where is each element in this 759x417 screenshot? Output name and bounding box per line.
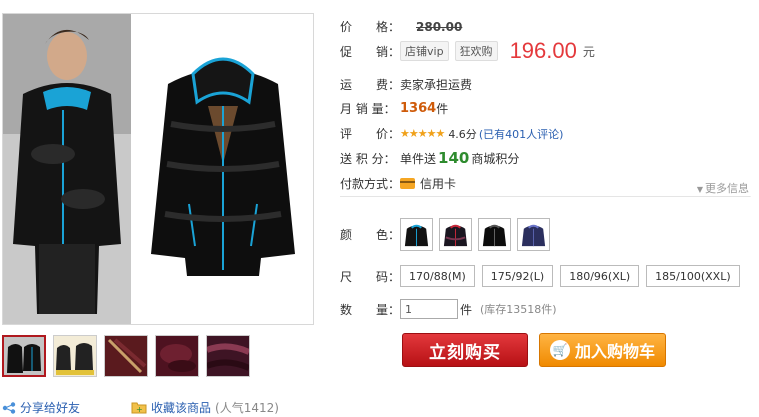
favorite-label: 收藏该商品 — [151, 401, 212, 415]
popularity-count: (人气1412) — [215, 401, 279, 415]
promo-row: 促 销： 店铺vip 狂欢购 196.00 元 — [340, 38, 595, 64]
size-option-m[interactable]: 170/88(M) — [400, 265, 475, 287]
sales-count: 1364 — [400, 101, 437, 116]
currency-unit: 元 — [582, 44, 595, 59]
buy-now-button[interactable]: 立刻购买 — [402, 333, 528, 367]
points-row: 送 积 分： 单件送 140 商城积分 — [340, 149, 519, 167]
points-label: 送 积 分： — [340, 151, 396, 166]
sales-unit: 件 — [436, 102, 449, 116]
shipping-value: 卖家承担运费 — [400, 78, 473, 92]
folder-icon: + — [131, 402, 147, 414]
rating-label: 评 价： — [340, 127, 401, 141]
quantity-input[interactable] — [400, 299, 458, 319]
color-swatch-black[interactable] — [478, 218, 511, 251]
thumbnail-5[interactable] — [206, 335, 250, 377]
size-label: 尺 码： — [340, 269, 401, 284]
color-swatch-blue[interactable] — [400, 218, 433, 251]
shipping-row: 运 费： 卖家承担运费 — [340, 76, 472, 93]
thumbnail-4[interactable] — [155, 335, 199, 377]
points-suffix: 商城积分 — [471, 151, 520, 166]
original-price: 280.00 — [416, 19, 463, 34]
thumbnail-1[interactable] — [2, 335, 46, 377]
quantity-row: 数 量： 件 (库存13518件) — [340, 299, 557, 319]
credit-card-icon — [400, 178, 415, 189]
vip-tag[interactable]: 店铺vip — [400, 41, 449, 61]
rating-stars-icon: ★★★★★ — [400, 127, 445, 140]
sales-row: 月 销 量： 1364 件 — [340, 100, 448, 117]
jacket-photo — [3, 14, 313, 324]
payment-method: 信用卡 — [420, 177, 457, 191]
quantity-label: 数 量： — [340, 302, 401, 317]
color-swatch-navy[interactable] — [517, 218, 550, 251]
size-row: 尺 码： 170/88(M) 175/92(L) 180/96(XL) 185/… — [340, 265, 740, 287]
triangle-down-icon: ▼ — [696, 185, 703, 194]
payment-row: 付款方式： 信用卡 — [340, 175, 456, 192]
size-option-xxl[interactable]: 185/100(XXL) — [646, 265, 740, 287]
add-to-cart-label: 加入购物车 — [574, 342, 655, 361]
color-row: 颜 色： — [340, 218, 550, 251]
promo-label: 促 销： — [340, 44, 401, 59]
price-row: 价 格： 280.00 — [340, 18, 462, 35]
share-label: 分享给好友 — [20, 401, 81, 415]
add-to-cart-button[interactable]: 🛒 加入购物车 — [539, 333, 666, 367]
sales-label: 月 销 量： — [340, 102, 396, 116]
color-label: 颜 色： — [340, 228, 401, 242]
stock-count: (库存13518件) — [480, 303, 557, 316]
shipping-label: 运 费： — [340, 78, 401, 92]
cart-icon: 🛒 — [549, 340, 570, 360]
points-prefix: 单件送 — [400, 151, 437, 166]
rating-row: 评 价： ★★★★★ 4.6分 (已有401人评论) — [340, 125, 563, 142]
size-option-l[interactable]: 175/92(L) — [481, 265, 554, 287]
favorite-link[interactable]: + 收藏该商品 (人气1412) — [131, 399, 279, 416]
carnival-tag[interactable]: 狂欢购 — [454, 41, 498, 61]
points-value: 140 — [438, 149, 470, 167]
more-info-toggle[interactable]: ▼ 更多信息 — [696, 180, 751, 197]
color-swatch-red[interactable] — [439, 218, 472, 251]
thumbnail-strip — [2, 335, 250, 377]
main-product-image[interactable] — [2, 13, 314, 325]
share-icon — [2, 401, 16, 414]
thumbnail-2[interactable] — [53, 335, 97, 377]
price-label: 价 格： — [340, 20, 401, 34]
product-info-panel: 价 格： 280.00 促 销： 店铺vip 狂欢购 196.00 元 运 费：… — [340, 0, 755, 417]
quantity-unit: 件 — [460, 302, 473, 317]
promo-price: 196.00 — [509, 38, 577, 63]
rating-score: 4.6分 — [448, 127, 477, 141]
review-count-link[interactable]: (已有401人评论) — [479, 126, 564, 142]
size-option-xl[interactable]: 180/96(XL) — [560, 265, 640, 287]
color-options — [400, 218, 550, 251]
divider — [340, 196, 750, 197]
share-link[interactable]: 分享给好友 — [2, 399, 80, 416]
thumbnail-3[interactable] — [104, 335, 148, 377]
payment-label: 付款方式： — [340, 177, 401, 191]
more-info-label: 更多信息 — [705, 182, 749, 195]
size-options: 170/88(M) 175/92(L) 180/96(XL) 185/100(X… — [400, 265, 740, 287]
svg-text:+: + — [136, 405, 143, 414]
